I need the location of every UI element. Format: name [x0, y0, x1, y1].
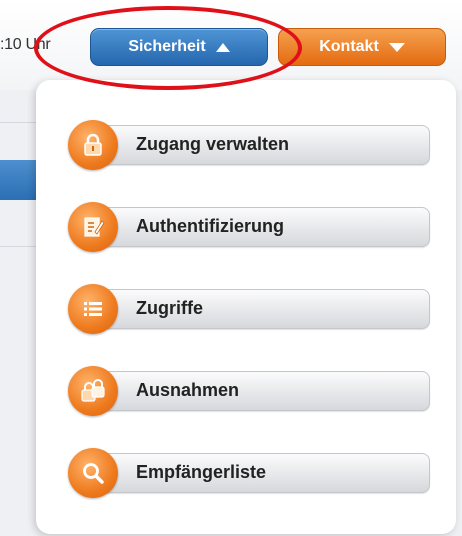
menu-item-label: Zugriffe [136, 298, 203, 318]
menu-item-label: Ausnahmen [136, 380, 240, 400]
sicherheit-button-label: Sicherheit [128, 38, 206, 55]
kontakt-menu-button[interactable]: Kontakt [278, 28, 446, 66]
menu-item-label: Empfängerliste [136, 462, 267, 482]
background-blue-band [0, 160, 40, 200]
time-display: :10 Uhr [0, 36, 51, 53]
sicherheit-dropdown-menu: Zugang verwalten Authentifizierung Zugri… [36, 80, 456, 534]
caret-up-icon [215, 42, 230, 52]
menu-item-zugriffe[interactable]: Zugriffe [68, 280, 434, 336]
sicherheit-menu-button[interactable]: Sicherheit [90, 28, 268, 66]
caret-down-icon [388, 42, 405, 52]
kontakt-button-label: Kontakt [319, 38, 379, 55]
top-navigation-bar: :10 Uhr Sicherheit Kontakt [0, 0, 462, 90]
lock-icon [68, 120, 118, 170]
background-divider [0, 122, 40, 123]
menu-item-zugang-verwalten[interactable]: Zugang verwalten [68, 116, 434, 172]
menu-item-empfaengerliste[interactable]: Empfängerliste [68, 444, 434, 500]
menu-item-label: Authentifizierung [136, 216, 284, 236]
menu-item-ausnahmen[interactable]: Ausnahmen [68, 362, 434, 418]
background-divider [0, 246, 40, 247]
edit-document-icon [68, 202, 118, 252]
search-icon [68, 448, 118, 498]
double-lock-icon [68, 366, 118, 416]
menu-item-label: Zugang verwalten [136, 134, 290, 154]
list-icon [68, 284, 118, 334]
menu-item-authentifizierung[interactable]: Authentifizierung [68, 198, 434, 254]
